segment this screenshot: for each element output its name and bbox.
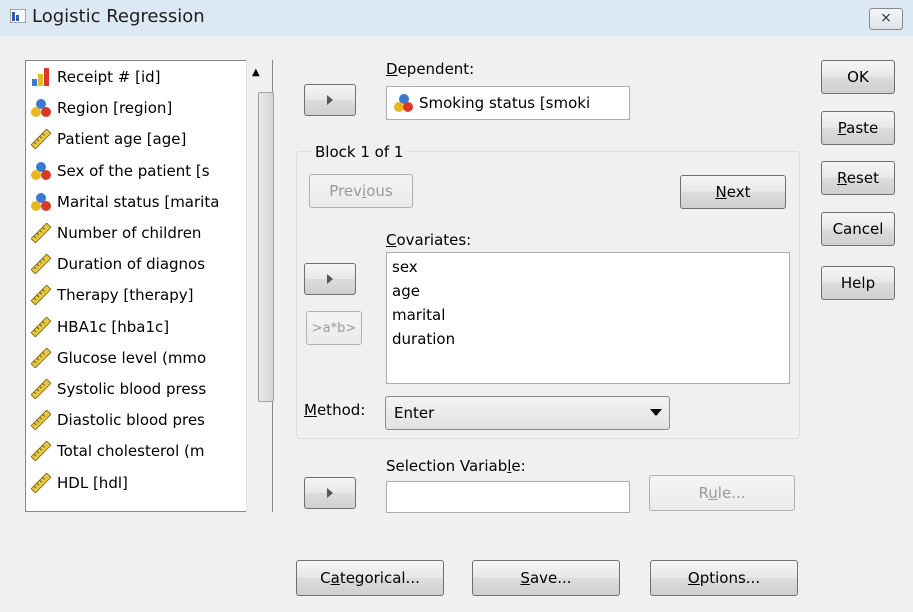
previous-label: Previous <box>329 182 393 200</box>
variable-label: Duration of diagnos <box>57 255 206 274</box>
variable-label: Number of children <box>57 224 202 242</box>
variable-label: Therapy [therapy] <box>57 286 194 305</box>
variable-label: HDL [hdl] <box>57 473 128 492</box>
variable-label: Receipt # [id] <box>57 68 161 86</box>
variable-list-item[interactable]: HBA1c [hba1c] <box>31 314 261 340</box>
ruler-icon <box>31 223 51 243</box>
variable-label: Diastolic blood pres <box>57 411 205 430</box>
variable-label: Sex of the patient [s <box>57 161 210 180</box>
dependent-label: Dependent: <box>386 60 475 78</box>
variable-label: Region [region] <box>57 99 173 118</box>
right-arrow-icon <box>327 274 333 284</box>
spss-app-icon <box>10 9 26 23</box>
ruler-icon <box>31 316 51 337</box>
ruler-icon <box>31 379 51 399</box>
variable-list-item[interactable]: Number of children <box>31 220 261 246</box>
ruler-icon <box>31 472 51 493</box>
save-button[interactable]: Save... <box>472 560 620 596</box>
ok-label: OK <box>847 68 869 86</box>
right-arrow-icon <box>327 95 333 105</box>
save-label: Save... <box>520 569 572 587</box>
variable-list-item[interactable]: Sex of the patient [s <box>31 158 261 184</box>
dependent-value: Smoking status [smoki <box>419 94 591 112</box>
ruler-icon <box>31 285 51 306</box>
help-button[interactable]: Help <box>821 266 895 300</box>
block-label: Block 1 of 1 <box>312 143 407 161</box>
covariate-item[interactable]: duration <box>392 330 455 348</box>
variable-label: Systolic blood press <box>57 380 207 398</box>
variable-label: Patient age [age] <box>57 130 187 149</box>
scroll-up-icon[interactable]: ▲ <box>252 67 260 78</box>
ruler-icon <box>31 441 51 462</box>
ok-button[interactable]: OK <box>821 60 895 94</box>
reset-label: Reset <box>837 169 879 187</box>
cancel-label: Cancel <box>832 220 884 238</box>
variable-list-item[interactable]: HDL [hdl] <box>31 470 261 496</box>
right-arrow-icon <box>327 488 333 498</box>
nominal-icon <box>394 94 413 112</box>
title-bar: Logistic Regression ⨯ <box>0 0 913 36</box>
variable-label: Glucose level (mmo <box>57 348 207 367</box>
scrollbar-thumb[interactable] <box>258 92 274 402</box>
variable-list-item[interactable]: Marital status [marita <box>31 189 261 215</box>
paste-button[interactable]: Paste <box>821 111 895 145</box>
covariates-list[interactable]: sex age marital duration <box>386 252 790 384</box>
variable-list-item[interactable]: Patient age [age] <box>31 126 261 152</box>
source-variable-list[interactable]: Receipt # [id] Region [region] Patient age… <box>25 60 273 512</box>
covariates-label: Covariates: <box>386 231 472 249</box>
variable-list-item[interactable]: Therapy [therapy] <box>31 282 261 308</box>
variable-list-item[interactable]: Diastolic blood pres <box>31 407 261 433</box>
rule-label: Rule... <box>698 484 746 502</box>
interaction-button[interactable]: >a*b> <box>306 311 362 345</box>
dropdown-arrow-icon <box>650 409 662 416</box>
move-to-dependent-button[interactable] <box>304 84 356 116</box>
variable-label: HBA1c [hba1c] <box>57 317 170 336</box>
ruler-icon <box>31 254 51 275</box>
covariate-item[interactable]: marital <box>392 306 445 324</box>
rule-button[interactable]: Rule... <box>649 475 795 511</box>
interaction-label: >a*b> <box>311 320 357 336</box>
window-title: Logistic Regression <box>32 6 205 27</box>
nominal-icon <box>31 192 51 211</box>
ruler-icon <box>31 347 51 368</box>
categorical-label: Categorical... <box>320 569 420 587</box>
variable-list-item[interactable]: Region [region] <box>31 95 261 121</box>
covariate-item[interactable]: age <box>392 282 420 300</box>
variable-label: Marital status [marita <box>57 192 220 211</box>
covariate-item[interactable]: sex <box>392 258 418 276</box>
method-value: Enter <box>394 404 435 422</box>
reset-button[interactable]: Reset <box>821 161 895 195</box>
move-to-covariates-button[interactable] <box>304 263 356 295</box>
categorical-button[interactable]: Categorical... <box>296 560 444 596</box>
close-icon: ⨯ <box>880 10 892 26</box>
method-label: Method: <box>304 401 366 419</box>
variable-list-item[interactable]: Total cholesterol (m <box>31 438 261 464</box>
variable-list-item[interactable]: Systolic blood press <box>31 376 261 402</box>
variable-list-item[interactable]: Glucose level (mmo <box>31 345 261 371</box>
selection-variable-field[interactable] <box>386 481 630 513</box>
variable-list-item[interactable]: Duration of diagnos <box>31 251 261 277</box>
next-label: Next <box>715 183 751 201</box>
nominal-icon <box>31 161 51 180</box>
options-button[interactable]: Options... <box>650 560 798 596</box>
options-label: Options... <box>687 569 761 587</box>
close-button[interactable]: ⨯ <box>869 8 903 30</box>
ruler-icon <box>31 410 51 431</box>
previous-button[interactable]: Previous <box>309 174 413 208</box>
dependent-field[interactable]: Smoking status [smoki <box>386 86 630 120</box>
paste-label: Paste <box>837 119 879 137</box>
help-label: Help <box>840 274 876 292</box>
method-dropdown[interactable]: Enter <box>385 396 670 430</box>
next-button[interactable]: Next <box>680 175 786 209</box>
variable-label: Total cholesterol (m <box>57 442 205 461</box>
nominal-icon <box>31 99 51 118</box>
ruler-icon <box>31 129 51 150</box>
cancel-button[interactable]: Cancel <box>821 212 895 246</box>
selection-variable-label: Selection Variable: <box>386 457 526 475</box>
move-to-selection-button[interactable] <box>304 477 356 509</box>
scale-icon <box>32 68 49 86</box>
variable-list-item[interactable]: Receipt # [id] <box>31 64 261 90</box>
